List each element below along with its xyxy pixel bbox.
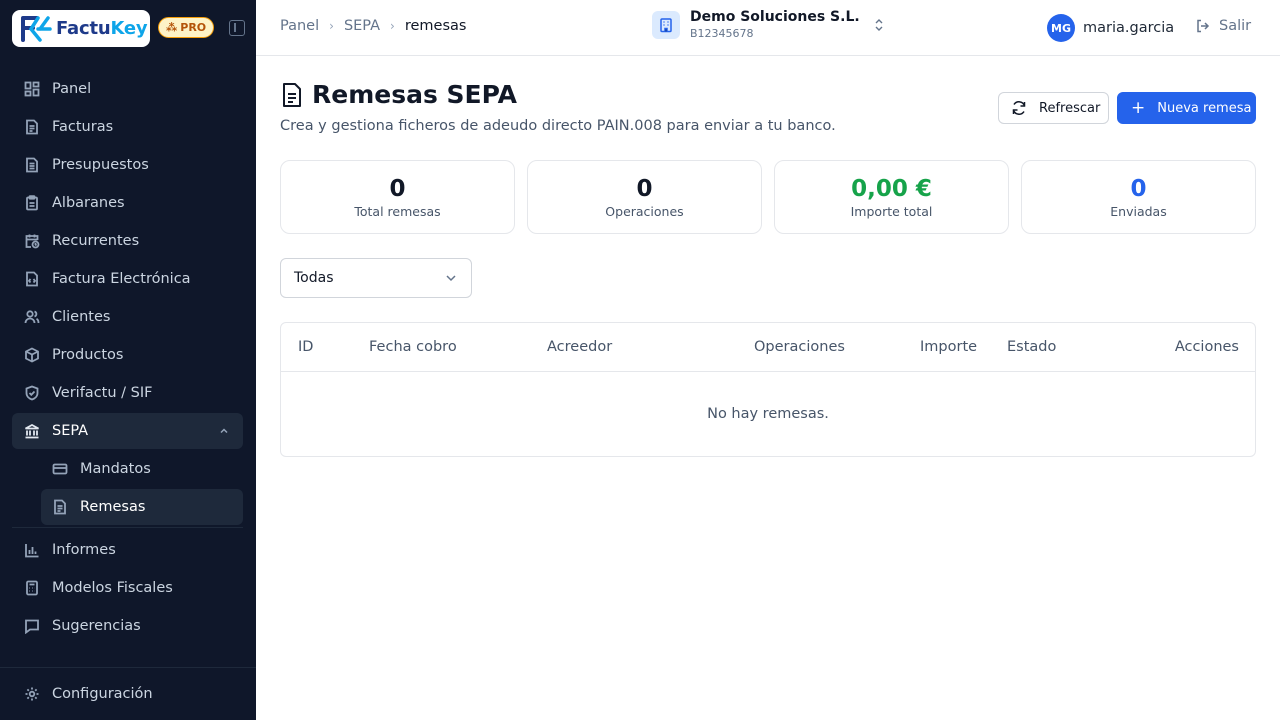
status-filter-select[interactable]: Todas — [280, 258, 472, 298]
file-text-icon — [52, 499, 68, 515]
refresh-button[interactable]: Refrescar — [998, 92, 1109, 124]
message-icon — [24, 618, 40, 634]
shield-check-icon — [24, 385, 40, 401]
sidebar-item-modelos-fiscales[interactable]: Modelos Fiscales — [12, 570, 243, 606]
package-icon — [24, 347, 40, 363]
breadcrumb-sepa[interactable]: SEPA — [344, 18, 380, 34]
sidebar-nav: Panel Facturas Presupuestos Albaranes Re… — [12, 71, 243, 646]
plus-icon: + — [1131, 97, 1146, 118]
logout-button[interactable]: Salir — [1195, 18, 1251, 34]
sparkle-icon: ⁂ — [166, 21, 178, 34]
column-acciones: Acciones — [1174, 339, 1239, 355]
file-list-icon — [24, 157, 40, 173]
company-name: Demo Soluciones S.L. — [690, 9, 860, 25]
breadcrumb: Panel › SEPA › remesas — [280, 18, 466, 34]
pro-badge: ⁂ PRO — [158, 17, 215, 38]
logout-icon — [1197, 19, 1210, 33]
top-header: Panel › SEPA › remesas Demo Soluciones S… — [256, 0, 1280, 56]
sidebar-item-productos[interactable]: Productos — [12, 337, 243, 373]
card-icon — [52, 461, 68, 477]
column-importe: Importe — [920, 339, 978, 355]
sidebar-item-albaranes[interactable]: Albaranes — [12, 185, 243, 221]
refresh-icon — [1012, 101, 1026, 115]
brand-name: FactuKey — [56, 18, 148, 39]
chevron-right-icon: › — [329, 19, 334, 33]
sidebar-divider — [12, 527, 243, 528]
chevron-up-icon — [220, 428, 228, 434]
new-remesa-button[interactable]: + Nueva remesa — [1117, 92, 1256, 124]
sepa-submenu: Mandatos Remesas — [41, 451, 243, 525]
column-operaciones: Operaciones — [754, 339, 845, 355]
stat-total-remesas: 0 Total remesas — [280, 160, 515, 234]
sidebar: FactuKey ⁂ PRO Panel Facturas Presupuest… — [0, 0, 256, 720]
calculator-icon — [24, 580, 40, 596]
remesas-table: ID Fecha cobro Acreedor Operaciones Impo… — [280, 322, 1256, 457]
sidebar-item-configuracion[interactable]: Configuración — [12, 676, 244, 712]
collapse-sidebar-icon[interactable] — [229, 20, 245, 36]
table-header: ID Fecha cobro Acreedor Operaciones Impo… — [281, 323, 1255, 372]
stat-enviadas: 0 Enviadas — [1021, 160, 1256, 234]
stats-cards: 0 Total remesas 0 Operaciones 0,00 € Imp… — [280, 160, 1256, 234]
building-icon — [652, 10, 680, 39]
user-menu[interactable]: MG maria.garcia — [1047, 14, 1174, 42]
calendar-clock-icon — [24, 233, 40, 249]
sidebar-item-presupuestos[interactable]: Presupuestos — [12, 147, 243, 183]
stat-operaciones: 0 Operaciones — [527, 160, 762, 234]
chevron-right-icon: › — [390, 19, 395, 33]
page-subtitle: Crea y gestiona ficheros de adeudo direc… — [280, 118, 836, 134]
bank-icon — [24, 423, 40, 439]
sidebar-item-verifactu[interactable]: Verifactu / SIF — [12, 375, 243, 411]
breadcrumb-current: remesas — [404, 18, 467, 34]
users-icon — [24, 309, 40, 325]
bar-chart-icon — [24, 542, 40, 558]
breadcrumb-panel[interactable]: Panel — [280, 18, 319, 34]
sidebar-item-remesas[interactable]: Remesas — [41, 489, 243, 525]
sidebar-footer: Configuración — [0, 667, 256, 720]
avatar: MG — [1047, 14, 1075, 42]
stat-importe-total: 0,00 € Importe total — [774, 160, 1009, 234]
column-fecha-cobro: Fecha cobro — [369, 339, 457, 355]
sidebar-item-recurrentes[interactable]: Recurrentes — [12, 223, 243, 259]
chevron-down-icon — [446, 275, 456, 282]
empty-state: No hay remesas. — [707, 406, 829, 422]
file-text-icon — [283, 82, 301, 107]
company-switcher[interactable]: Demo Soluciones S.L. B12345678 — [652, 9, 884, 40]
factukey-logo-icon — [21, 15, 52, 42]
username: maria.garcia — [1083, 20, 1175, 36]
page-title: Remesas SEPA — [312, 80, 518, 109]
sidebar-item-factura-electronica[interactable]: Factura Electrónica — [12, 261, 243, 297]
sidebar-item-clientes[interactable]: Clientes — [12, 299, 243, 335]
sidebar-item-sepa[interactable]: SEPA — [12, 413, 243, 449]
column-estado: Estado — [1007, 339, 1057, 355]
sidebar-item-panel[interactable]: Panel — [12, 71, 243, 107]
grid-icon — [24, 81, 40, 97]
file-text-icon — [24, 119, 40, 135]
column-acreedor: Acreedor — [547, 339, 613, 355]
brand-logo[interactable]: FactuKey — [12, 10, 150, 47]
sidebar-item-informes[interactable]: Informes — [12, 532, 243, 568]
page-header: Remesas SEPA — [280, 80, 517, 109]
clipboard-icon — [24, 195, 40, 211]
sidebar-item-mandatos[interactable]: Mandatos — [41, 451, 243, 487]
sidebar-item-facturas[interactable]: Facturas — [12, 109, 243, 145]
gear-icon — [24, 686, 40, 702]
chevron-up-down-icon — [875, 18, 883, 31]
column-id: ID — [298, 339, 314, 355]
sidebar-item-sugerencias[interactable]: Sugerencias — [12, 608, 243, 644]
file-code-icon — [24, 271, 40, 287]
company-nif: B12345678 — [690, 27, 754, 40]
